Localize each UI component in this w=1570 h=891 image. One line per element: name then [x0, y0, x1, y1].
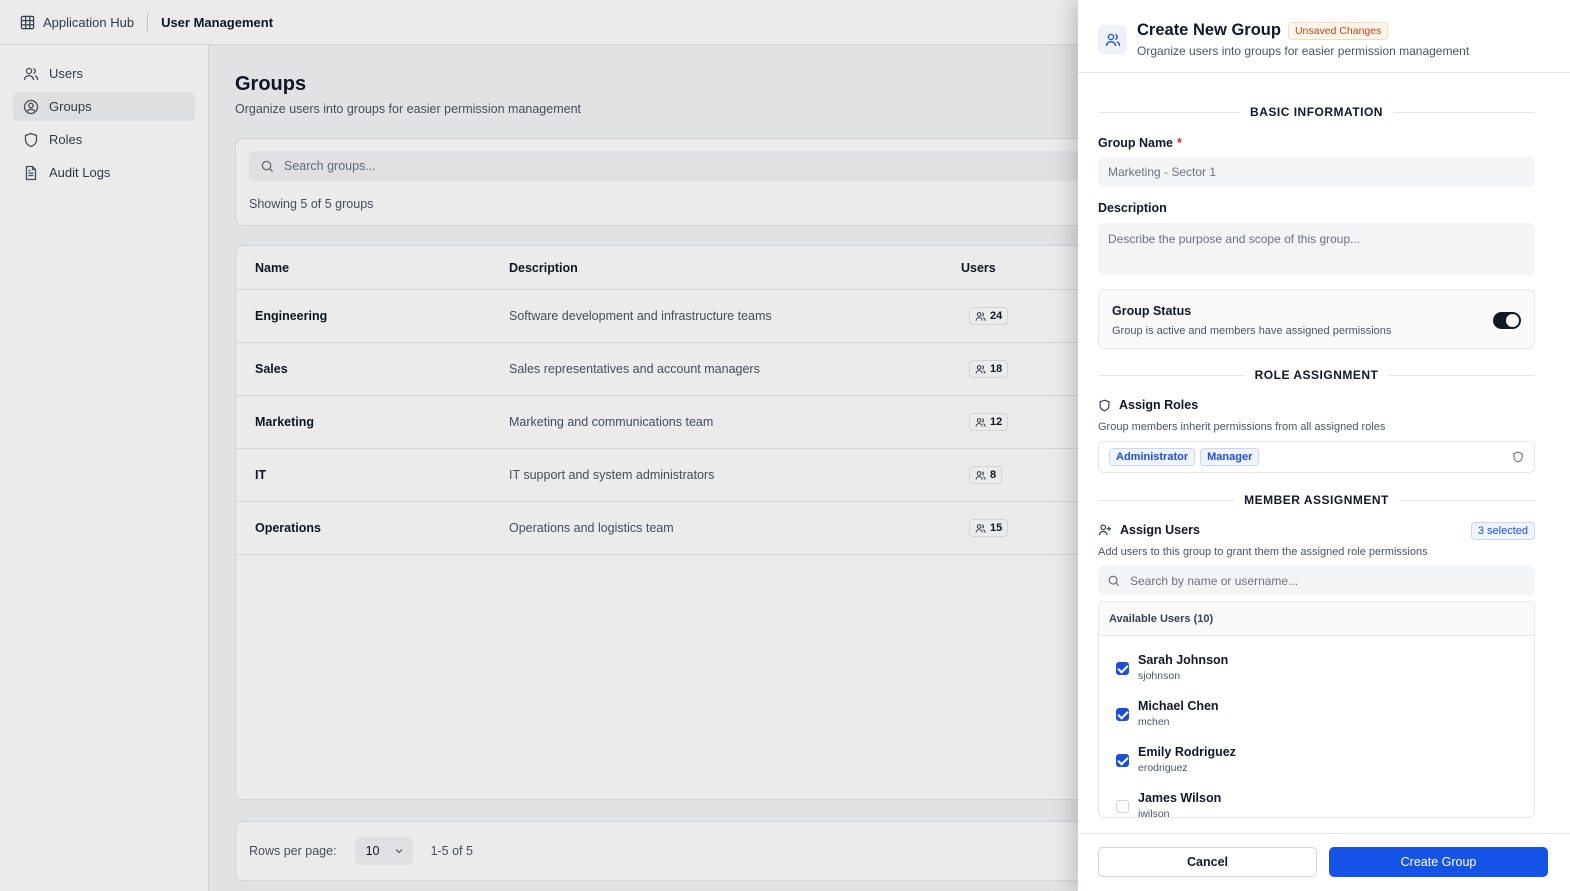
role-chip-manager[interactable]: Manager: [1200, 448, 1260, 466]
group-name-input[interactable]: Marketing - Sector 1: [1098, 157, 1535, 187]
user-checkbox[interactable]: [1116, 708, 1129, 721]
description-label: Description: [1098, 201, 1167, 215]
drawer-title: Create New Group: [1137, 21, 1281, 39]
list-item[interactable]: Sarah Johnson sjohnson: [1099, 642, 1534, 688]
user-search-input[interactable]: Search by name or username...: [1098, 566, 1535, 595]
user-name: Michael Chen: [1138, 699, 1219, 713]
available-users-list: Available Users (10) Sarah Johnson sjohn…: [1098, 601, 1535, 818]
section-member-assignment: MEMBER ASSIGNMENT: [1098, 493, 1535, 507]
available-users-header: Available Users (10): [1099, 602, 1534, 636]
create-group-button[interactable]: Create Group: [1329, 847, 1548, 877]
group-name-label: Group Name *: [1098, 136, 1182, 150]
shield-icon: [1098, 399, 1111, 412]
assign-users-heading: Assign Users: [1098, 523, 1200, 537]
user-name: Sarah Johnson: [1138, 653, 1229, 667]
user-username: mchen: [1138, 716, 1170, 728]
selected-count-badge: 3 selected: [1470, 522, 1535, 540]
assign-roles-hint: Group members inherit permissions from a…: [1098, 421, 1386, 433]
list-item[interactable]: Michael Chen mchen: [1099, 688, 1534, 734]
user-name: James Wilson: [1138, 791, 1222, 805]
create-group-drawer: Create New Group Unsaved Changes Organiz…: [1078, 0, 1570, 891]
group-status-title: Group Status: [1112, 304, 1192, 318]
drawer-subtitle: Organize users into groups for easier pe…: [1137, 44, 1470, 58]
drawer-header: Create New Group Unsaved Changes Organiz…: [1078, 0, 1570, 73]
users-icon: [1098, 25, 1127, 54]
group-status-box: Group Status Group is active and members…: [1098, 289, 1535, 349]
assign-users-hint: Add users to this group to grant them th…: [1098, 546, 1428, 558]
assign-roles-heading: Assign Roles: [1098, 398, 1198, 412]
section-role-assignment: ROLE ASSIGNMENT: [1098, 368, 1535, 382]
user-name: Emily Rodriguez: [1138, 745, 1236, 759]
cancel-button[interactable]: Cancel: [1098, 847, 1317, 877]
user-checkbox[interactable]: [1116, 754, 1129, 767]
group-status-description: Group is active and members have assigne…: [1112, 325, 1392, 337]
group-status-toggle[interactable]: [1493, 312, 1521, 329]
roles-select[interactable]: Administrator Manager: [1098, 441, 1535, 473]
user-checkbox[interactable]: [1116, 800, 1129, 813]
description-textarea[interactable]: Describe the purpose and scope of this g…: [1098, 223, 1535, 275]
search-icon: [1108, 575, 1120, 587]
drawer-title-row: Create New Group Unsaved Changes: [1137, 21, 1389, 40]
user-username: jwilson: [1138, 808, 1170, 818]
user-username: erodriguez: [1138, 762, 1188, 774]
user-username: sjohnson: [1138, 670, 1181, 682]
user-checkbox[interactable]: [1116, 662, 1129, 675]
required-marker: *: [1177, 136, 1182, 150]
list-item[interactable]: Emily Rodriguez erodriguez: [1099, 734, 1534, 780]
unsaved-changes-badge: Unsaved Changes: [1287, 21, 1389, 40]
user-plus-icon: [1098, 523, 1112, 537]
section-basic-information: BASIC INFORMATION: [1098, 105, 1535, 119]
role-chip-administrator[interactable]: Administrator: [1109, 448, 1196, 466]
drawer-footer: Cancel Create Group: [1078, 833, 1570, 891]
shield-icon: [1512, 451, 1524, 463]
list-item[interactable]: James Wilson jwilson: [1099, 780, 1534, 818]
